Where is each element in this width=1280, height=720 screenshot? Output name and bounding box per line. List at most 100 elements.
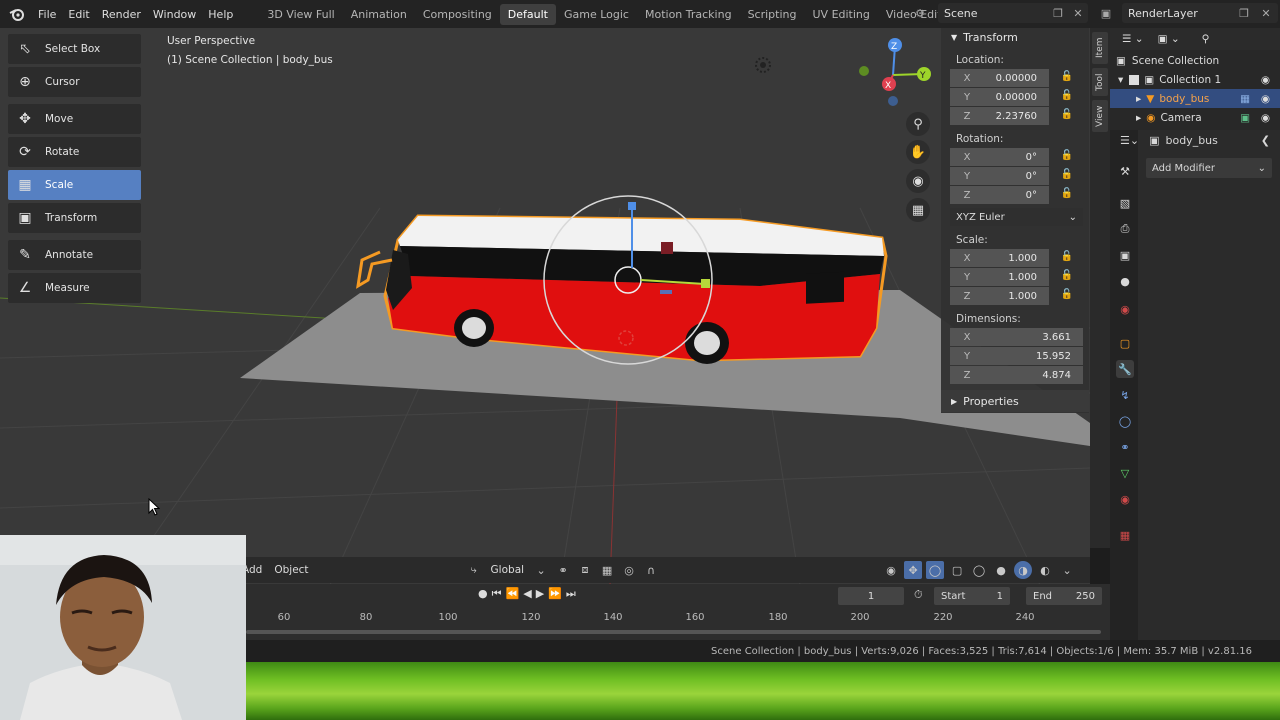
material-icon[interactable]: ◉ <box>1116 490 1134 508</box>
current-frame-field[interactable]: 1 <box>838 587 904 605</box>
eye-icon[interactable]: ◉ <box>1261 74 1270 86</box>
xray-icon[interactable]: ▢ <box>948 561 966 579</box>
dimensions-y-field[interactable]: Y 15.952 <box>950 347 1083 365</box>
start-frame-field[interactable]: Start 1 <box>934 587 1010 605</box>
wireframe-shading-icon[interactable]: ◯ <box>970 561 988 579</box>
tab-animation[interactable]: Animation <box>343 4 415 25</box>
dimensions-x-field[interactable]: X 3.661 <box>950 328 1083 346</box>
location-y-field[interactable]: Y 0.00000 🔓 <box>950 88 1073 106</box>
display-mode-icon[interactable]: ▣ ⌄ <box>1158 33 1180 45</box>
tool-measure[interactable]: ∠ Measure <box>8 273 141 303</box>
lock-icon[interactable]: 🔓 <box>1061 251 1073 262</box>
scale-x-field[interactable]: X 1.000 🔓 <box>950 249 1073 267</box>
tab-3d-view-full[interactable]: 3D View Full <box>259 4 342 25</box>
gizmo-toggle-icon[interactable]: ✥ <box>904 561 923 579</box>
view-layer-icon[interactable]: ▣ <box>1116 246 1134 264</box>
falloff-icon[interactable]: ∩ <box>642 561 660 579</box>
world-icon[interactable]: ◉ <box>1116 300 1134 318</box>
rotation-x-field[interactable]: X 0° 🔓 <box>950 148 1073 166</box>
view-layer-icon[interactable]: ▣ <box>1098 5 1114 21</box>
navigation-axis-gizmo[interactable]: Z Y X <box>859 38 931 106</box>
tool-rotate[interactable]: ⟳ Rotate <box>8 137 141 167</box>
tool-cursor[interactable]: ⊕ Cursor <box>8 67 141 97</box>
stopwatch-icon[interactable]: ⏱ <box>914 588 923 602</box>
rotation-y-field[interactable]: Y 0° 🔓 <box>950 167 1073 185</box>
tool-move[interactable]: ✥ Move <box>8 104 141 134</box>
menu-edit[interactable]: Edit <box>62 8 95 21</box>
outliner-scene-collection[interactable]: ▣ Scene Collection <box>1110 51 1280 70</box>
menu-file[interactable]: File <box>32 8 62 21</box>
tab-item[interactable]: Item <box>1092 32 1108 64</box>
scene-icon[interactable]: ⚙ <box>912 5 928 21</box>
eye-icon[interactable]: ◉ <box>1261 93 1270 105</box>
physics-icon[interactable]: ◯ <box>1116 412 1134 430</box>
pivot-icon[interactable]: ⚭ <box>554 561 572 579</box>
close-view-layer-icon[interactable]: ✕ <box>1258 5 1274 21</box>
outliner-item-camera[interactable]: ▸ ◉ Camera ▣ ◉ <box>1110 108 1280 127</box>
location-z-field[interactable]: Z 2.23760 🔓 <box>950 107 1073 125</box>
solid-shading-icon[interactable]: ● <box>992 561 1010 579</box>
timeline-scrollbar[interactable] <box>246 630 1101 634</box>
search-icon[interactable]: ⚲ <box>1202 33 1210 45</box>
record-icon[interactable]: ● <box>478 587 488 601</box>
snap-icon[interactable]: ⧈ <box>576 561 594 579</box>
material-shading-icon[interactable]: ◑ <box>1014 561 1033 579</box>
prev-keyframe-icon[interactable]: ⏪ <box>506 587 520 601</box>
editor-type-icon[interactable]: ☰ ⌄ <box>1122 33 1144 45</box>
editor-type-icon[interactable]: ☰⌄ <box>1120 134 1139 147</box>
tab-game-logic[interactable]: Game Logic <box>556 4 637 25</box>
chevron-down-icon[interactable]: ⌄ <box>532 561 550 579</box>
tab-tool[interactable]: Tool <box>1092 68 1108 96</box>
rotation-mode-select[interactable]: XYZ Euler ⌄ <box>950 208 1083 226</box>
output-icon[interactable]: ⎙ <box>1116 220 1134 238</box>
next-keyframe-icon[interactable]: ⏩ <box>548 587 562 601</box>
zoom-icon[interactable]: ⚲ <box>906 112 930 136</box>
object-icon[interactable]: ▢ <box>1116 334 1134 352</box>
close-scene-icon[interactable]: ✕ <box>1070 5 1086 21</box>
rotation-z-field[interactable]: Z 0° 🔓 <box>950 186 1073 204</box>
scale-z-field[interactable]: Z 1.000 🔓 <box>950 287 1073 305</box>
chevron-down-icon[interactable]: ⌄ <box>1058 561 1076 579</box>
light-object-icon[interactable] <box>755 57 771 73</box>
new-scene-icon[interactable]: ❐ <box>1050 5 1066 21</box>
lock-icon[interactable]: 🔓 <box>1061 169 1073 180</box>
orientation-select[interactable]: Global <box>485 564 531 576</box>
play-reverse-icon[interactable]: ◀ <box>523 587 531 601</box>
menu-help[interactable]: Help <box>202 8 239 21</box>
camera-view-icon[interactable]: ◉ <box>906 169 930 193</box>
jump-start-icon[interactable]: ⏮ <box>492 587 502 601</box>
visibility-icon[interactable]: ◉ <box>882 561 900 579</box>
snap-target-icon[interactable]: ▦ <box>598 561 616 579</box>
outliner-collection-1[interactable]: ▾ ▣ Collection 1 ◉ <box>1110 70 1280 89</box>
lock-icon[interactable]: 🔓 <box>1061 270 1073 281</box>
pin-icon[interactable]: ❮ <box>1261 134 1270 147</box>
outliner-item-body-bus[interactable]: ▸ ▼ body_bus ▦ ◉ <box>1110 89 1280 108</box>
proportional-edit-icon[interactable]: ◎ <box>620 561 638 579</box>
tool-scale[interactable]: ▦ Scale <box>8 170 141 200</box>
jump-end-icon[interactable]: ⏭ <box>566 587 576 601</box>
ortho-grid-icon[interactable]: ▦ <box>906 198 930 222</box>
rendered-shading-icon[interactable]: ◐ <box>1036 561 1054 579</box>
lock-icon[interactable]: 🔓 <box>1061 71 1073 82</box>
menu-render[interactable]: Render <box>96 8 147 21</box>
tab-uv-editing[interactable]: UV Editing <box>805 4 878 25</box>
constraints-icon[interactable]: ⚭ <box>1116 438 1134 456</box>
end-frame-field[interactable]: End 250 <box>1026 587 1102 605</box>
overlay-toggle-icon[interactable]: ◯ <box>926 561 945 579</box>
lock-icon[interactable]: 🔓 <box>1061 188 1073 199</box>
tab-compositing[interactable]: Compositing <box>415 4 500 25</box>
tool-select-box[interactable]: ⬁ Select Box <box>8 34 141 64</box>
lock-icon[interactable]: 🔓 <box>1061 289 1073 300</box>
tab-default[interactable]: Default <box>499 3 556 25</box>
tab-view[interactable]: View <box>1092 100 1108 132</box>
location-x-field[interactable]: X 0.00000 🔓 <box>950 69 1073 87</box>
particles-icon[interactable]: ↯ <box>1116 386 1134 404</box>
tool-transform[interactable]: ▣ Transform <box>8 203 141 233</box>
dimensions-z-field[interactable]: Z 4.874 <box>950 366 1083 384</box>
tool-annotate[interactable]: ✎ Annotate <box>8 240 141 270</box>
play-icon[interactable]: ▶ <box>536 587 544 601</box>
tab-motion-tracking[interactable]: Motion Tracking <box>637 4 740 25</box>
add-modifier-dropdown[interactable]: Add Modifier ⌄ <box>1146 158 1272 178</box>
tab-scripting[interactable]: Scripting <box>740 4 805 25</box>
menu-object[interactable]: Object <box>268 564 314 576</box>
